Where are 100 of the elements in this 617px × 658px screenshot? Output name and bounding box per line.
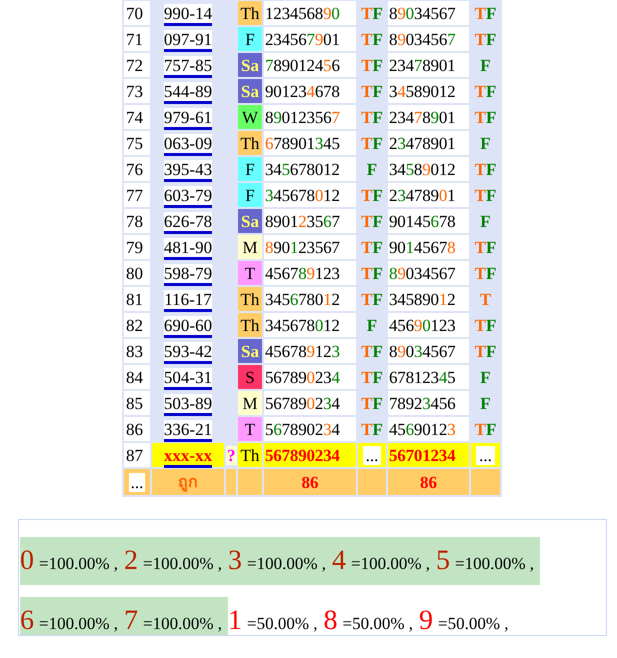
code-link[interactable]: 116-17 (164, 290, 212, 312)
number-cell: 567890234 (264, 365, 356, 389)
digit-percentage: 7 =100.00% , (124, 597, 228, 635)
day-cell: T (238, 261, 262, 285)
code-link[interactable]: 544-89 (164, 82, 212, 104)
result-cell-text: TF (360, 106, 384, 128)
result-cell-text: TF (360, 184, 384, 206)
result-cell-text: TF (360, 54, 384, 76)
number-cell: 567890234 (264, 443, 356, 467)
day-cell: M (238, 235, 262, 259)
result-cell-text: TF (360, 132, 384, 154)
code-link[interactable]: 593-42 (164, 342, 212, 364)
result-cell-text: TF (474, 184, 498, 206)
row-number: 71 (124, 27, 150, 51)
code-link[interactable]: 503-89 (164, 394, 212, 416)
day-cell: Sa (238, 53, 262, 77)
digit-percentage: 5 =100.00% , (436, 537, 540, 585)
code-link[interactable]: 097-91 (164, 30, 212, 52)
row-number: 80 (124, 261, 150, 285)
code-link[interactable]: 757-85 (164, 56, 212, 78)
result-cell-text: TF (474, 236, 498, 258)
number-cell: 45690123 (388, 417, 469, 441)
number-cell: 78923456 (388, 391, 469, 415)
result-cell-text: F (479, 392, 492, 414)
row-number: 82 (124, 313, 150, 337)
code-link[interactable]: 990-14 (164, 4, 212, 26)
digit-percentage: 4 =100.00% , (332, 537, 436, 585)
day-cell: Sa (238, 79, 262, 103)
count-cell: 86 (264, 469, 356, 495)
row-number: 79 (124, 235, 150, 259)
result-cell-text: TF (360, 418, 384, 440)
result-cell: ... (471, 443, 500, 467)
question-mark: ? (226, 446, 236, 464)
row-number: 72 (124, 53, 150, 77)
result-cell-text: TF (474, 28, 498, 50)
result-cell-text: TF (360, 236, 384, 258)
row-number: 87 (124, 443, 150, 467)
number-cell: 23478901 (388, 183, 469, 207)
code-link[interactable]: 336-21 (164, 420, 212, 442)
number-cell: 567890234 (264, 391, 356, 415)
result-cell-text: F (479, 54, 492, 76)
number-cell: 123456890 (264, 1, 356, 25)
day-cell: Th (238, 313, 262, 337)
day-cell: Th (238, 131, 262, 155)
result-cell-text: F (479, 210, 492, 232)
digit-percentage: 0 =100.00% , (20, 537, 124, 585)
digit-percentage: 6 =100.00% , (20, 597, 124, 635)
code-link[interactable]: 979-61 (164, 108, 212, 130)
result-cell-text: TF (360, 366, 384, 388)
result-cell-text: TF (474, 80, 498, 102)
day-cell: Sa (238, 209, 262, 233)
day-cell: F (238, 27, 262, 51)
row-number: 86 (124, 417, 150, 441)
number-cell: 678901345 (264, 131, 356, 155)
result-cell-text: TF (360, 288, 384, 310)
code-link[interactable]: 603-79 (164, 186, 212, 208)
number-cell: 345678012 (264, 183, 356, 207)
day-cell: Th (238, 443, 262, 467)
number-cell: 45690123 (388, 313, 469, 337)
number-cell: 89034567 (388, 261, 469, 285)
code-link[interactable]: 626-78 (164, 212, 212, 234)
result-cell-text: TF (474, 340, 498, 362)
number-cell: 89034567 (388, 1, 469, 25)
result-cell-text: TF (360, 210, 384, 232)
number-cell: 345678012 (264, 313, 356, 337)
result-cell-text: F (366, 158, 378, 180)
number-cell: 456789123 (264, 261, 356, 285)
code-link[interactable]: 395-43 (164, 160, 212, 182)
number-cell: 789012456 (264, 53, 356, 77)
row-number: 76 (124, 157, 150, 181)
result-cell-text: TF (360, 2, 384, 24)
number-cell: 23478901 (388, 131, 469, 155)
row-number: 73 (124, 79, 150, 103)
number-cell: 23478901 (388, 53, 469, 77)
code-link[interactable]: 598-79 (164, 264, 212, 286)
day-cell: Th (238, 287, 262, 311)
number-cell: 90145678 (388, 235, 469, 259)
code-link[interactable]: 690-60 (164, 316, 212, 338)
code-link[interactable]: 504-31 (164, 368, 212, 390)
result-cell-text: TF (360, 392, 384, 414)
row-number: 74 (124, 105, 150, 129)
count-cell: 86 (388, 469, 469, 495)
number-cell: 345678012 (264, 287, 356, 311)
code-link[interactable]: 063-09 (164, 134, 212, 156)
code-link[interactable]: 481-90 (164, 238, 212, 260)
number-cell: 234567901 (264, 27, 356, 51)
footer-label: ถูก (152, 469, 224, 495)
number-cell: 890123567 (264, 105, 356, 129)
day-cell: Sa (238, 339, 262, 363)
number-cell: 56701234 (388, 443, 469, 467)
result-cell-text: TF (474, 158, 498, 180)
result-cell-text: F (366, 314, 378, 336)
day-cell: S (238, 365, 262, 389)
day-cell: Th (238, 1, 262, 25)
number-cell: 34589012 (388, 79, 469, 103)
number-cell: 23478901 (388, 105, 469, 129)
day-cell: T (238, 417, 262, 441)
day-cell: W (238, 105, 262, 129)
result-cell-text: TF (474, 106, 498, 128)
row-number: 83 (124, 339, 150, 363)
